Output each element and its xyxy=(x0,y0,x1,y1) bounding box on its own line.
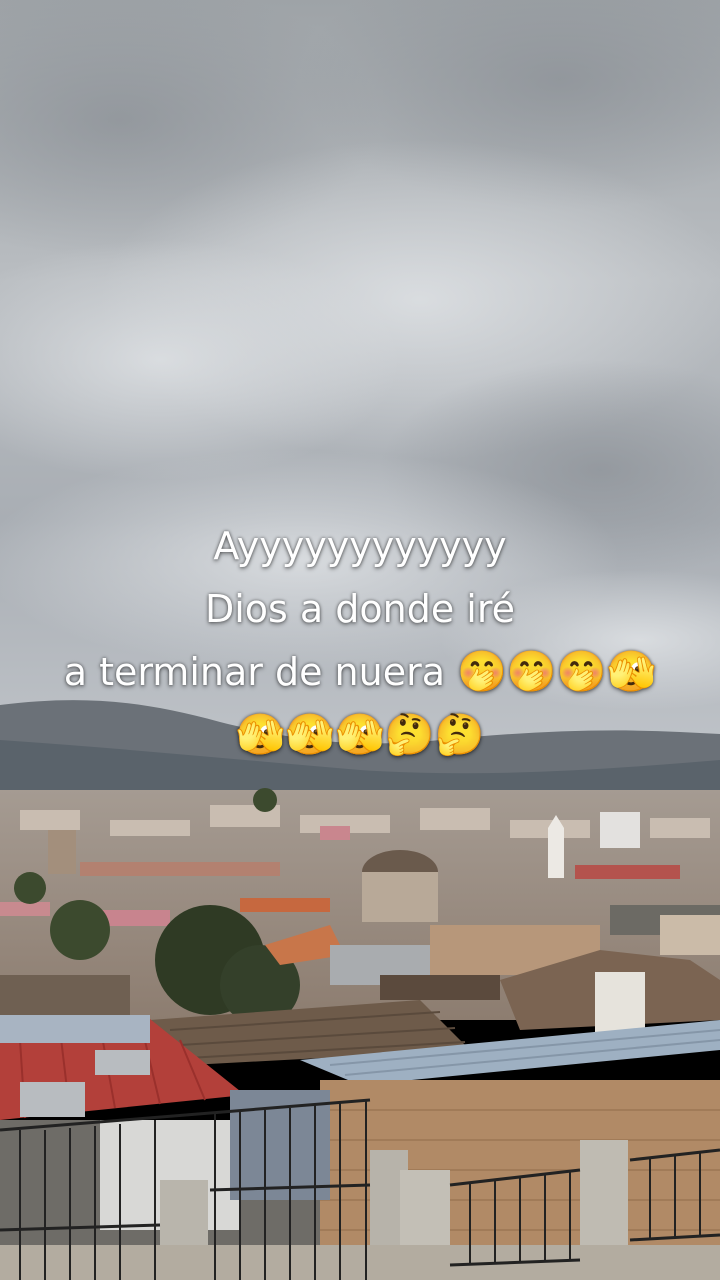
caption-line-2: Dios a donde iré xyxy=(204,587,516,631)
caption-line-3-emojis: 🤭🤭🤭🫣 xyxy=(457,649,657,695)
caption-line-3-text: a terminar de nuera xyxy=(63,650,445,694)
caption-line-4-emojis: 🫣🫣🫣🤔🤔 xyxy=(235,712,485,758)
video-frame: Ayyyyyyyyyyyy Dios a donde iré a termina… xyxy=(0,0,720,1280)
video-caption: Ayyyyyyyyyyyy Dios a donde iré a termina… xyxy=(0,515,720,767)
caption-line-3: a terminar de nuera 🤭🤭🤭🫣 xyxy=(0,641,720,704)
caption-line-1: Ayyyyyyyyyyyy xyxy=(213,524,507,568)
